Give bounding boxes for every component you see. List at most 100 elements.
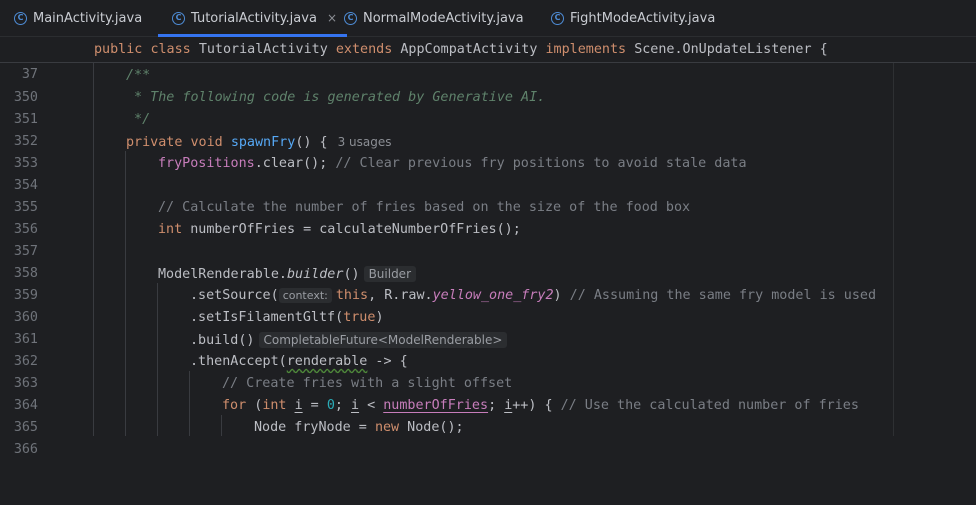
code-text: = (302, 398, 327, 413)
tab-label: MainActivity.java (33, 10, 143, 26)
sticky-class-header[interactable]: 37 public class TutorialActivity extends… (0, 37, 976, 82)
resource-ref: yellow_one_fry2 (432, 288, 554, 303)
keyword: for (222, 398, 247, 413)
code-text: ModelRenderable. (158, 267, 287, 282)
tab-normalmodeactivity[interactable]: C NormalModeActivity.java (344, 0, 524, 36)
line-comment: // Calculate the number of fries based o… (158, 200, 691, 215)
keyword: int (158, 222, 183, 237)
doc-comment: * The following code is generated by Gen… (126, 90, 546, 105)
line-comment: // Clear previous fry positions to avoid… (335, 156, 747, 171)
code-text: ; (334, 398, 351, 413)
code-line[interactable]: 361 .setIsFilamentGltf(true) (0, 307, 976, 347)
doc-comment: /** (126, 68, 151, 83)
line-comment: // Use the calculated number of fries (560, 398, 859, 413)
tab-fightmodeactivity[interactable]: C FightModeActivity.java (551, 0, 715, 36)
code-text: Node fryNode = (254, 420, 375, 435)
java-class-icon: C (344, 11, 357, 25)
code-line[interactable]: 355 (0, 175, 976, 215)
tab-mainactivity[interactable]: C MainActivity.java (14, 0, 142, 36)
code-line[interactable]: 358 (0, 241, 976, 281)
tab-label: FightModeActivity.java (570, 10, 716, 26)
statement: .setSource(context: this, R.raw.yellow_on… (190, 285, 876, 307)
statement: .build() CompletableFuture<ModelRenderabl… (190, 329, 508, 352)
lambda-parameter: renderable (286, 354, 368, 369)
code-line[interactable]: 359 ModelRenderable.builder() Builder (0, 263, 976, 303)
code-text: .setSource( (190, 288, 279, 303)
code-line[interactable]: 364 // Create fries with a slight offset (0, 373, 976, 413)
code-text: ++) { (512, 398, 561, 413)
doc-comment: */ (126, 112, 151, 127)
loop-variable: i (351, 398, 360, 413)
code-line[interactable]: 354 fryPositions.clear(); // Clear previ… (0, 153, 976, 193)
captured-variable: numberOfFries (383, 398, 489, 413)
line-comment: // Assuming the same fry model is used (569, 288, 877, 303)
code-line[interactable]: 352 */ (0, 109, 976, 149)
java-class-icon: C (14, 11, 27, 25)
tab-tutorialactivity[interactable]: C TutorialActivity.java × (158, 0, 347, 37)
code-text: Node(); (399, 420, 464, 435)
type-hint: Builder (363, 266, 417, 282)
code-line[interactable]: 356 // Calculate the number of fries bas… (0, 197, 976, 237)
code-text: -> { (367, 354, 408, 369)
code-editor[interactable]: 350 /** 351 * The following code is gene… (0, 63, 976, 457)
code-text: () (343, 267, 360, 282)
line-comment: // Create fries with a slight offset (222, 376, 513, 391)
code-line[interactable]: 353 private void spawnFry() {3 usages (0, 131, 976, 171)
code-text: .setIsFilamentGltf( (190, 310, 344, 325)
editor-tab-bar: C MainActivity.java C TutorialActivity.j… (0, 0, 976, 37)
tab-label: NormalModeActivity.java (363, 10, 524, 26)
code-line[interactable]: 351 * The following code is generated by… (0, 87, 976, 127)
parameter-hint: context: (278, 288, 332, 303)
keyword: this (335, 288, 369, 303)
code-text: ) (553, 288, 570, 303)
code-text: .build() (190, 333, 255, 348)
usages-hint[interactable]: 3 usages (338, 135, 392, 149)
interface-name: Scene.OnUpdateListener (634, 42, 812, 57)
number-literal: 0 (326, 398, 335, 413)
class-name: TutorialActivity (198, 42, 328, 57)
close-icon[interactable]: × (327, 11, 337, 25)
code-line[interactable]: 362 .build() CompletableFuture<ModelRende… (0, 329, 976, 369)
keyword: public (94, 42, 143, 57)
type-hint: CompletableFuture<ModelRenderable> (258, 332, 508, 348)
keyword: implements (545, 42, 627, 57)
keyword: new (374, 420, 400, 435)
keyword: int (262, 398, 287, 413)
code-text: ; (488, 398, 505, 413)
code-line[interactable]: 357 int numberOfFries = calculateNumberO… (0, 219, 976, 259)
code-line[interactable]: 360 .setSource(context: this, R.raw.yello… (0, 285, 976, 325)
field-ref: fryPositions (158, 156, 255, 171)
code-text: ) (375, 310, 384, 325)
java-class-icon: C (551, 11, 564, 25)
code-line[interactable]: 350 /** (0, 65, 976, 105)
code-text: < (359, 398, 384, 413)
brace: { (819, 42, 828, 57)
java-class-icon: C (172, 11, 185, 25)
sticky-code: public class TutorialActivity extends Ap… (94, 37, 828, 62)
code-text: , R.raw. (368, 288, 433, 303)
parent-class: AppCompatActivity (400, 42, 538, 57)
statement: .setIsFilamentGltf(true) (190, 307, 384, 329)
line-number: 366 (13, 442, 38, 457)
keyword: private (126, 135, 183, 150)
static-call: builder (287, 267, 344, 282)
statement: fryPositions.clear(); // Clear previous … (158, 153, 747, 175)
code-text: ( (246, 398, 263, 413)
keyword: true (343, 310, 376, 325)
keyword: class (150, 42, 191, 57)
code-text: .clear(); (254, 156, 336, 171)
code-line[interactable]: 365 for (int i = 0; i < numberOfFries; i… (0, 395, 976, 435)
loop-variable: i (294, 398, 303, 413)
tab-label: TutorialActivity.java (191, 10, 317, 26)
keyword: extends (335, 42, 393, 57)
code-text: () { (295, 135, 328, 150)
method-name: spawnFry (230, 135, 296, 150)
code-line[interactable]: 363 .thenAccept(renderable -> { (0, 351, 976, 391)
statement: ModelRenderable.builder() Builder (158, 263, 417, 286)
statement: for (int i = 0; i < numberOfFries; i++) … (222, 395, 859, 417)
statement: .thenAccept(renderable -> { (190, 351, 408, 373)
code-text: numberOfFries = calculateNumberOfFries()… (182, 222, 521, 237)
statement: int numberOfFries = calculateNumberOfFri… (158, 219, 521, 241)
code-text: .thenAccept( (190, 354, 287, 369)
